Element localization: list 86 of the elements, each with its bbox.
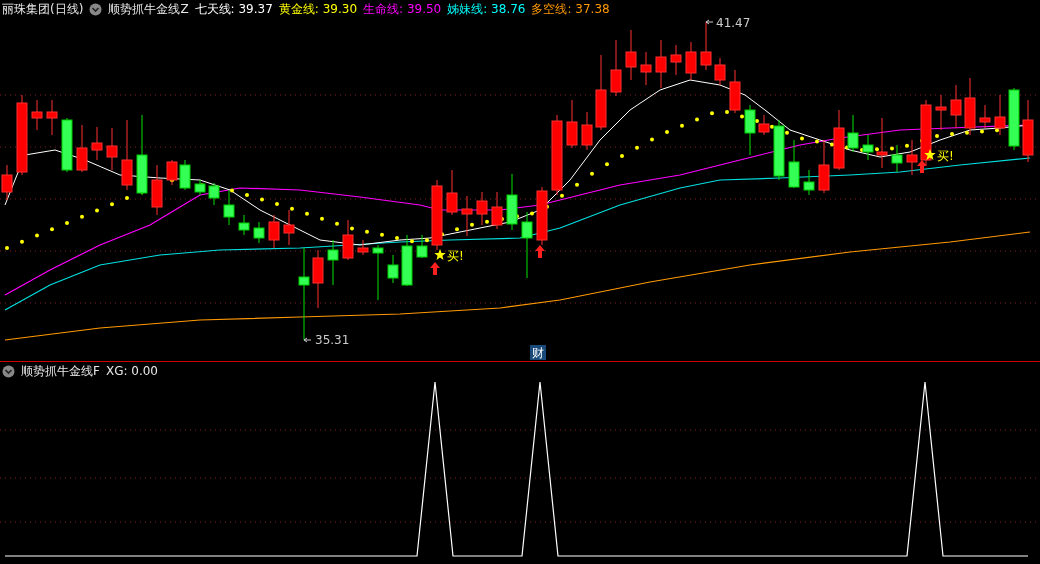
- candlestick: [862, 134, 874, 161]
- candlestick: [1, 164, 13, 201]
- candlestick: [935, 94, 947, 131]
- candlestick: [253, 221, 265, 244]
- candlestick: [950, 84, 962, 129]
- candlestick: [357, 239, 369, 256]
- candlestick: [994, 94, 1006, 136]
- candlestick: [238, 214, 250, 236]
- candlestick: [461, 195, 473, 237]
- candlestick: [342, 219, 354, 261]
- candlestick: [788, 139, 800, 189]
- candlestick: [1022, 99, 1034, 163]
- dropdown-icon[interactable]: [2, 364, 15, 378]
- candlestick: [581, 111, 593, 151]
- candlestick: [401, 234, 413, 287]
- legend-value: 生命线: 39.50: [363, 0, 442, 18]
- signal-value: XG: 0.00: [105, 364, 158, 378]
- candlestick: [833, 109, 845, 171]
- candlestick: [625, 29, 637, 81]
- candlestick: [640, 51, 652, 86]
- buy-label: 买!: [937, 149, 954, 163]
- candlestick: [76, 124, 88, 173]
- candlestick: [610, 39, 622, 97]
- candlestick: [714, 57, 726, 86]
- candlestick: [906, 139, 918, 176]
- candlestick: [491, 191, 503, 230]
- buy-label: 买!: [447, 249, 464, 263]
- candlestick: [31, 99, 43, 131]
- candlestick: [685, 41, 697, 81]
- candlestick: [876, 117, 888, 169]
- candlestick: [729, 69, 741, 114]
- stock-title: 丽珠集团(日线): [2, 0, 84, 18]
- legend-value: 多空线: 37.38: [531, 0, 610, 18]
- legend-value: 姊妹线: 38.76: [447, 0, 526, 18]
- candlestick: [446, 169, 458, 216]
- candlestick: [312, 249, 324, 309]
- finance-badge[interactable]: 财: [530, 345, 546, 360]
- candlestick: [121, 119, 133, 191]
- candlestick: [223, 189, 235, 226]
- candlestick: [283, 209, 295, 246]
- candlestick: [744, 104, 756, 156]
- candlestick: [521, 211, 533, 279]
- candlestick: [920, 99, 932, 166]
- star-icon: [924, 149, 936, 160]
- candlestick: [61, 117, 73, 173]
- candlestick: [964, 77, 976, 136]
- candlestick: [106, 127, 118, 171]
- candlestick: [166, 159, 178, 186]
- candlestick: [208, 182, 220, 206]
- star-icon: [434, 249, 446, 260]
- up-arrow-icon: [535, 245, 545, 258]
- up-arrow-icon: [430, 262, 440, 275]
- candlestick: [979, 104, 991, 129]
- candlestick: [268, 214, 280, 249]
- candlestick: [416, 234, 428, 259]
- candlestick: [803, 169, 815, 196]
- candlestick: [818, 139, 830, 194]
- candlestick: [179, 159, 191, 191]
- candlestick: [387, 254, 399, 284]
- candlestick: [46, 99, 58, 136]
- high-price-label: 41.47: [716, 18, 751, 30]
- indicator-name: 顺势抓牛金线Z: [108, 0, 189, 18]
- candlestick: [372, 244, 384, 301]
- candlestick: [536, 186, 548, 246]
- candlestick: [891, 144, 903, 173]
- candlestick: [566, 99, 578, 149]
- candlestick: [151, 164, 163, 216]
- candlestick: [91, 126, 103, 161]
- candlestick: [655, 39, 667, 89]
- candlestick: [758, 114, 770, 136]
- candlestick: [194, 179, 206, 196]
- candlestick: [1008, 87, 1020, 151]
- candlestick: [431, 179, 443, 251]
- candlestick: [773, 119, 785, 181]
- legend-value: 七天线: 39.37: [194, 0, 273, 18]
- indicator-name: 顺势抓牛金线F: [21, 362, 100, 380]
- candlestick: [670, 44, 682, 76]
- candlestick: [847, 114, 859, 153]
- candlestick: [327, 239, 339, 286]
- legend-value: 黄金线: 39.30: [278, 0, 358, 18]
- low-price-label: 35.31: [315, 333, 350, 347]
- dropdown-icon[interactable]: [89, 2, 103, 16]
- candlestick: [506, 173, 518, 231]
- up-arrow-icon: [917, 160, 927, 173]
- candlestick: [700, 21, 712, 71]
- candlestick: [476, 191, 488, 226]
